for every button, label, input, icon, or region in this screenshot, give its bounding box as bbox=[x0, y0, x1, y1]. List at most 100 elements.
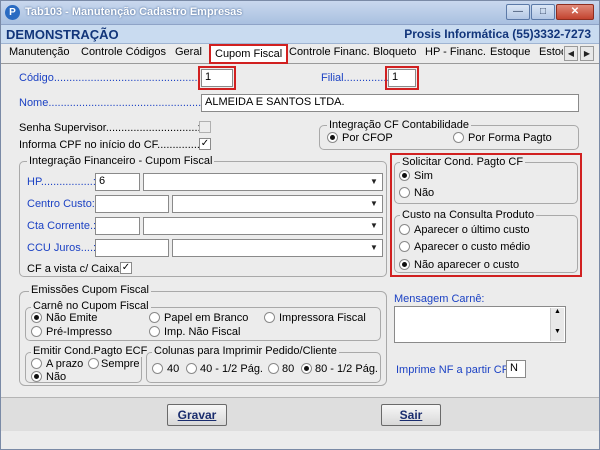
cta-corrente-label: Cta Corrente.: bbox=[27, 220, 97, 232]
centro-custo-select[interactable]: ▼ bbox=[172, 195, 383, 213]
emitir-nao-label: Não bbox=[46, 371, 67, 383]
colunas-80-half-radio[interactable] bbox=[301, 363, 312, 374]
tab-bar: Manutenção Controle Códigos Geral Cupom … bbox=[1, 44, 599, 64]
senha-supervisor-label: Senha Supervisor........................… bbox=[19, 122, 201, 134]
centro-custo-label: Centro Custo: bbox=[27, 198, 95, 210]
colunas-40-label: 40 bbox=[167, 363, 180, 375]
solicitar-cond-title: Solicitar Cond. Pagto CF bbox=[400, 156, 526, 168]
chevron-down-icon: ▼ bbox=[370, 177, 378, 186]
app-logo-icon: P bbox=[5, 5, 20, 20]
solicitar-nao-radio[interactable] bbox=[399, 187, 410, 198]
custo-medio-radio[interactable] bbox=[399, 241, 410, 252]
colunas-80-radio[interactable] bbox=[268, 363, 279, 374]
por-cfop-radio[interactable] bbox=[327, 132, 338, 143]
custo-consulta-title: Custo na Consulta Produto bbox=[400, 209, 537, 221]
nao-aparecer-custo-radio[interactable] bbox=[399, 259, 410, 270]
title-bar: P Tab103 - Manutenção Cadastro Empresas … bbox=[1, 1, 599, 25]
tab-scroll-right-button[interactable]: ▶ bbox=[580, 46, 594, 61]
sair-button[interactable]: Sair bbox=[381, 404, 441, 426]
carne-nao-emite-label: Não Emite bbox=[46, 312, 98, 324]
por-forma-pagto-radio[interactable] bbox=[453, 132, 464, 143]
emitir-sempre-label: Sempre bbox=[101, 358, 140, 370]
carne-papel-branco-radio[interactable] bbox=[149, 312, 160, 323]
ccu-juros-select[interactable]: ▼ bbox=[172, 239, 383, 257]
nome-label: Nome....................................… bbox=[19, 97, 229, 109]
chevron-left-icon: ◀ bbox=[567, 49, 575, 58]
chevron-down-icon: ▼ bbox=[370, 243, 378, 252]
tab-estoq-partial[interactable]: Estoq bbox=[539, 46, 563, 58]
ccu-juros-input[interactable] bbox=[95, 239, 169, 257]
minimize-icon: — bbox=[513, 6, 523, 17]
carne-title: Carnê no Cupom Fiscal bbox=[31, 300, 151, 312]
emitir-sempre-radio[interactable] bbox=[88, 358, 99, 369]
emissoes-title: Emissões Cupom Fiscal bbox=[29, 284, 151, 296]
informa-cpf-checkbox[interactable]: ✓ bbox=[199, 138, 211, 150]
colunas-40-half-label: 40 - 1/2 Pág. bbox=[200, 363, 263, 375]
ultimo-custo-radio[interactable] bbox=[399, 224, 410, 235]
colunas-80-label: 80 bbox=[282, 363, 295, 375]
solicitar-sim-radio[interactable] bbox=[399, 170, 410, 181]
mensagem-carne-textarea[interactable]: ▲ ▼ bbox=[394, 306, 566, 343]
minimize-button[interactable]: — bbox=[506, 4, 530, 20]
chevron-down-icon: ▼ bbox=[370, 221, 378, 230]
nome-input[interactable]: ALMEIDA E SANTOS LTDA. bbox=[201, 94, 579, 112]
ultimo-custo-label: Aparecer o último custo bbox=[414, 224, 530, 236]
filial-label: Filial...............: bbox=[321, 72, 393, 84]
por-cfop-label: Por CFOP bbox=[342, 132, 393, 144]
vendor-contact-label: Prosis Informática (55)3332-7273 bbox=[404, 27, 591, 41]
gravar-button[interactable]: Gravar bbox=[167, 404, 227, 426]
carne-papel-branco-label: Papel em Branco bbox=[164, 312, 249, 324]
company-demo-label: DEMONSTRAÇÃO bbox=[6, 27, 119, 42]
imprime-nf-input[interactable]: N bbox=[506, 360, 526, 378]
colunas-40-half-radio[interactable] bbox=[186, 363, 197, 374]
custo-medio-label: Aparecer o custo médio bbox=[414, 241, 531, 253]
centro-custo-input[interactable] bbox=[95, 195, 169, 213]
close-button[interactable]: ✕ bbox=[556, 4, 594, 20]
check-icon: ✓ bbox=[200, 138, 210, 149]
imprime-nf-label: Imprime NF a partir CF: bbox=[396, 364, 512, 376]
carne-imp-nao-fiscal-radio[interactable] bbox=[149, 326, 160, 337]
scroll-up-icon: ▲ bbox=[554, 308, 561, 315]
integracao-cf-title: Integração CF Contabilidade bbox=[327, 119, 472, 131]
chevron-down-icon: ▼ bbox=[370, 199, 378, 208]
tab-manutencao[interactable]: Manutenção bbox=[9, 46, 70, 58]
senha-supervisor-checkbox[interactable] bbox=[199, 121, 211, 133]
tab-hp-financ[interactable]: HP - Financ. bbox=[425, 46, 486, 58]
codigo-input[interactable]: 1 bbox=[198, 66, 236, 90]
tab-geral[interactable]: Geral bbox=[175, 46, 202, 58]
check-icon: ✓ bbox=[121, 262, 131, 273]
nao-aparecer-custo-label: Não aparecer o custo bbox=[414, 259, 520, 271]
colunas-80-half-label: 80 - 1/2 Pág. bbox=[315, 363, 378, 375]
emitir-nao-radio[interactable] bbox=[31, 371, 42, 382]
por-forma-pagto-label: Por Forma Pagto bbox=[468, 132, 552, 144]
button-bar: Gravar Sair bbox=[1, 397, 599, 431]
ccu-juros-label: CCU Juros....: bbox=[27, 242, 97, 254]
codigo-label: Código..................................… bbox=[19, 72, 222, 84]
colunas-title: Colunas para Imprimir Pedido/Cliente bbox=[152, 345, 339, 357]
tab-controle-codigos[interactable]: Controle Códigos bbox=[81, 46, 166, 58]
carne-imp-nao-fiscal-label: Imp. Não Fiscal bbox=[164, 326, 241, 338]
hp-label: HP.................: bbox=[27, 176, 96, 188]
tab-scroll-left-button[interactable]: ◀ bbox=[564, 46, 578, 61]
header-strip: DEMONSTRAÇÃO Prosis Informática (55)3332… bbox=[1, 25, 599, 44]
filial-input[interactable]: 1 bbox=[385, 66, 419, 90]
carne-nao-emite-radio[interactable] bbox=[31, 312, 42, 323]
maximize-button[interactable]: □ bbox=[531, 4, 555, 20]
tab-bloqueto[interactable]: Bloqueto bbox=[373, 46, 416, 58]
cta-corrente-input[interactable] bbox=[95, 217, 140, 235]
hp-select[interactable]: ▼ bbox=[143, 173, 383, 191]
carne-impressora-fiscal-radio[interactable] bbox=[264, 312, 275, 323]
colunas-40-radio[interactable] bbox=[152, 363, 163, 374]
tab-controle-financ[interactable]: Controle Financ. bbox=[289, 46, 370, 58]
memo-scrollbar[interactable]: ▲ ▼ bbox=[550, 308, 564, 341]
status-strip bbox=[1, 431, 599, 449]
cf-vista-caixa-checkbox[interactable]: ✓ bbox=[120, 262, 132, 274]
emitir-a-prazo-radio[interactable] bbox=[31, 358, 42, 369]
carne-pre-impresso-radio[interactable] bbox=[31, 326, 42, 337]
cta-corrente-select[interactable]: ▼ bbox=[143, 217, 383, 235]
solicitar-nao-label: Não bbox=[414, 187, 435, 199]
tab-cupom-fiscal[interactable]: Cupom Fiscal bbox=[209, 44, 289, 64]
tab-estoque[interactable]: Estoque bbox=[490, 46, 530, 58]
hp-input[interactable]: 6 bbox=[95, 173, 140, 191]
cf-vista-caixa-label: CF a vista c/ Caixa bbox=[27, 263, 120, 275]
